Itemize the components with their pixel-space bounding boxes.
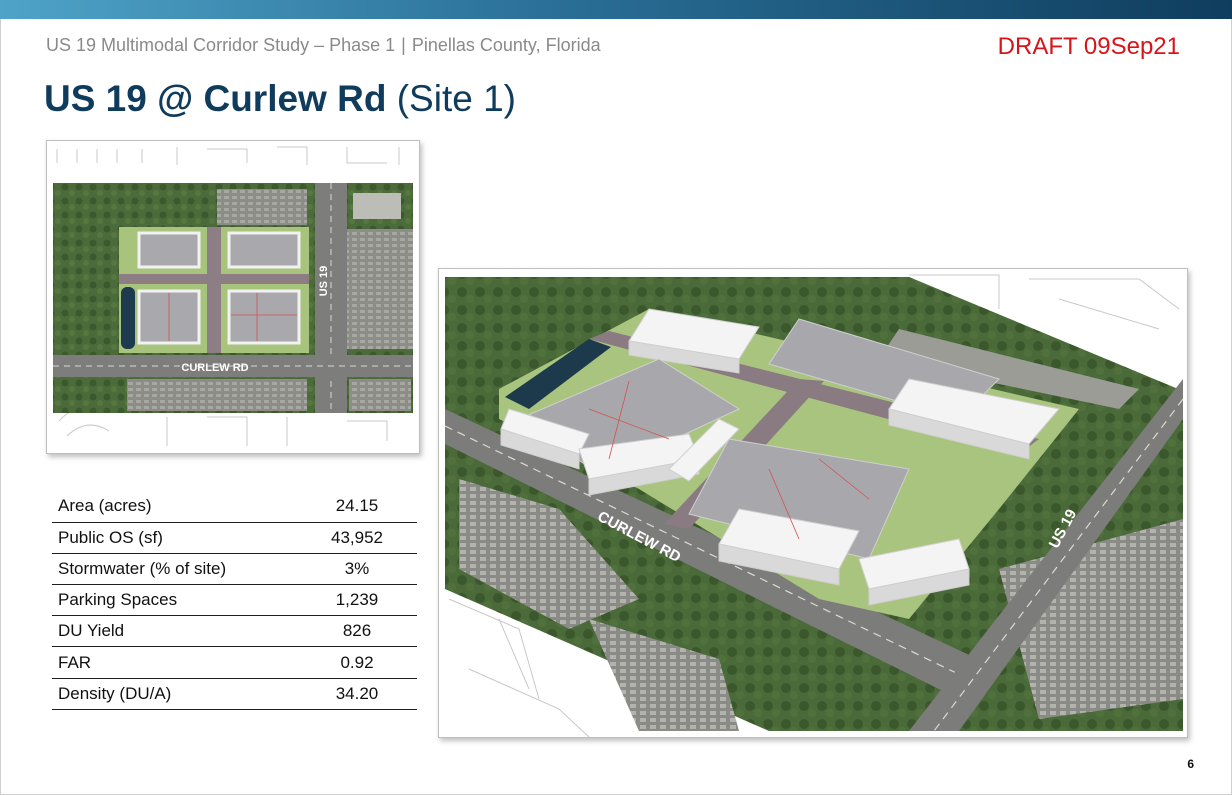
page-title-main: US 19 @ Curlew Rd bbox=[44, 78, 387, 119]
draft-label: DRAFT 09Sep21 bbox=[997, 33, 1180, 60]
metric-label: Parking Spaces bbox=[52, 584, 297, 617]
subtitle-location: Pinellas County, Florida bbox=[411, 35, 601, 55]
top-accent-band bbox=[0, 0, 1232, 19]
site-metrics-table: Area (acres) 24.15 Public OS (sf) 43,952… bbox=[52, 491, 417, 710]
metric-value: 0.92 bbox=[297, 646, 417, 679]
plan-label-curlew: CURLEW RD bbox=[181, 362, 248, 374]
metric-value: 34.20 bbox=[297, 678, 417, 710]
slide-subtitle: US 19 Multimodal Corridor Study – Phase … bbox=[46, 35, 601, 56]
metric-label: FAR bbox=[52, 646, 297, 679]
subtitle-study: US 19 Multimodal Corridor Study – Phase … bbox=[46, 35, 396, 55]
table-row: Density (DU/A) 34.20 bbox=[52, 678, 417, 710]
metric-value: 24.15 bbox=[297, 491, 417, 523]
metric-value: 1,239 bbox=[297, 584, 417, 617]
page-number: 6 bbox=[1187, 757, 1194, 771]
site-plan-image: US 19 CURLEW RD bbox=[46, 140, 420, 454]
table-row: Stormwater (% of site) 3% bbox=[52, 553, 417, 586]
page-title-site: (Site 1) bbox=[396, 78, 516, 119]
metric-label: Public OS (sf) bbox=[52, 522, 297, 554]
metric-value: 43,952 bbox=[297, 522, 417, 554]
metric-label: DU Yield bbox=[52, 615, 297, 648]
site-perspective-image: CURLEW RD US 19 bbox=[438, 268, 1188, 738]
table-row: Area (acres) 24.15 bbox=[52, 491, 417, 523]
metric-value: 3% bbox=[297, 553, 417, 586]
plan-label-us19: US 19 bbox=[318, 266, 330, 297]
subtitle-separator: | bbox=[401, 35, 406, 55]
table-row: Public OS (sf) 43,952 bbox=[52, 522, 417, 554]
table-row: DU Yield 826 bbox=[52, 615, 417, 648]
metric-value: 826 bbox=[297, 615, 417, 648]
metric-label: Stormwater (% of site) bbox=[52, 553, 297, 586]
table-row: Parking Spaces 1,239 bbox=[52, 584, 417, 617]
page-title: US 19 @ Curlew Rd (Site 1) bbox=[44, 78, 516, 120]
metric-label: Density (DU/A) bbox=[52, 678, 297, 710]
site-plan-drawing: US 19 CURLEW RD bbox=[47, 141, 419, 453]
metric-label: Area (acres) bbox=[52, 491, 297, 523]
table-row: FAR 0.92 bbox=[52, 646, 417, 679]
site-perspective-drawing: CURLEW RD US 19 bbox=[439, 269, 1187, 737]
